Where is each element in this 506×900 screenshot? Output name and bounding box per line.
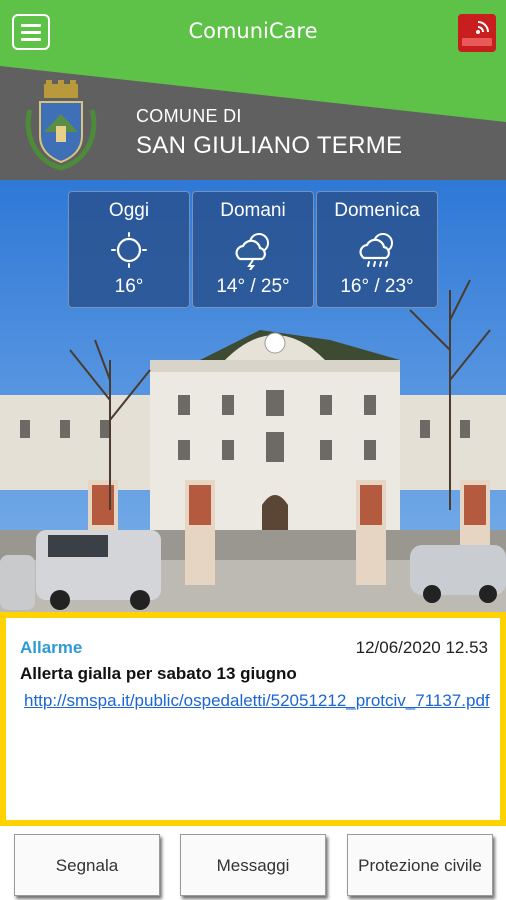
municipality-name: SAN GIULIANO TERME [136, 132, 403, 159]
message-title: Allerta gialla per sabato 13 giugno [20, 664, 297, 683]
bottom-actions: Segnala Messaggi Protezione civile [0, 826, 506, 900]
weather-temp: 14° / 25° [216, 276, 290, 297]
weather-card-sunday[interactable]: Domenica 16° / 23° [316, 191, 438, 308]
weather-temp: 16° [114, 276, 144, 297]
message-category: Allarme [20, 638, 83, 657]
message-link[interactable]: http://smspa.it/public/ospedaletti/52051… [24, 690, 494, 712]
comunicare-logo-icon[interactable] [458, 14, 496, 52]
weather-day: Domani [220, 200, 286, 221]
weather-day: Oggi [108, 200, 150, 221]
latest-message-panel[interactable]: Allarme 12/06/2020 12.53 Allerta gialla … [0, 612, 506, 826]
weather-card-today[interactable]: Oggi 16° [68, 191, 190, 308]
municipality-label: COMUNE DI [136, 106, 242, 126]
protezione-civile-button[interactable]: Protezione civile [347, 834, 493, 896]
segnala-button[interactable]: Segnala [14, 834, 160, 896]
rain-icon [359, 233, 393, 267]
weather-temp: 16° / 23° [340, 276, 414, 297]
coat-of-arms-icon [22, 80, 100, 172]
sun-icon [111, 232, 147, 268]
messaggi-button[interactable]: Messaggi [180, 834, 326, 896]
weather-card-tomorrow[interactable]: Domani 14° / 25° [192, 191, 314, 308]
thunderstorm-icon [235, 233, 269, 270]
app-title: ComuniCare [188, 19, 318, 43]
weather-day: Domenica [334, 200, 420, 221]
message-datetime: 12/06/2020 12.53 [355, 638, 488, 657]
app-bar: ComuniCare [0, 0, 506, 66]
